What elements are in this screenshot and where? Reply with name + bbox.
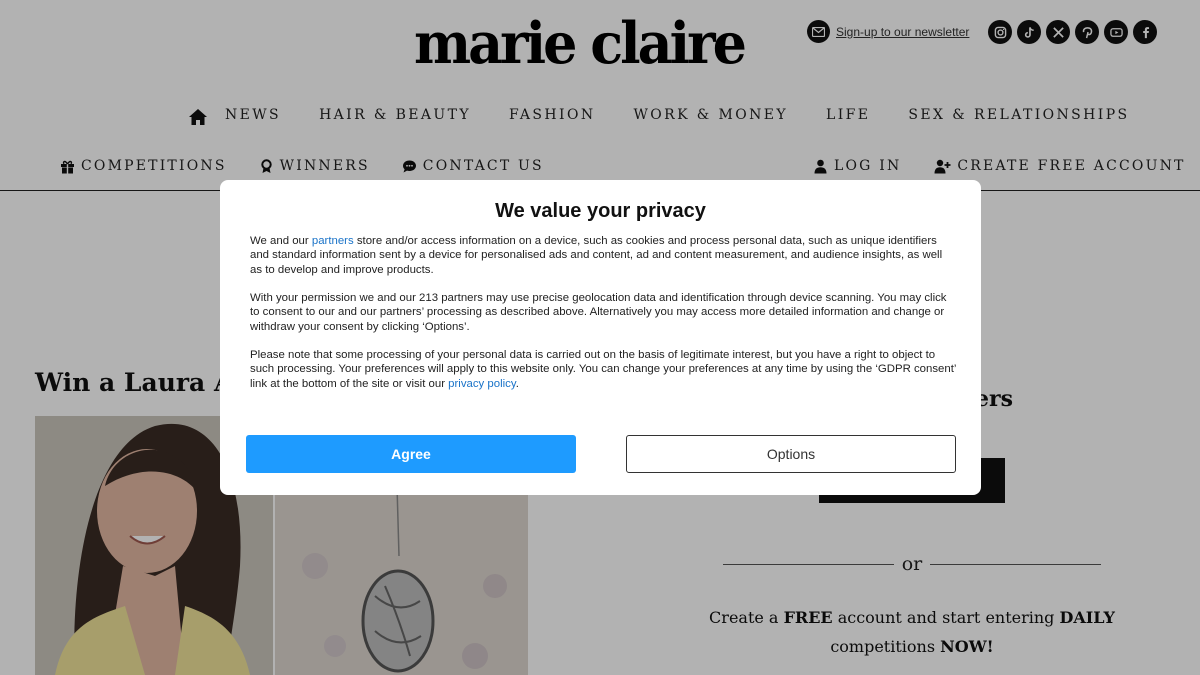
consent-paragraph-1: We and our partners store and/or access …	[250, 234, 956, 277]
paragraph-text: .	[515, 377, 519, 390]
options-button[interactable]: Options	[626, 435, 956, 473]
privacy-policy-link[interactable]: privacy policy	[448, 378, 516, 390]
paragraph-text: We and our	[250, 235, 309, 247]
dialog-title: We value your privacy	[495, 200, 706, 222]
partners-link[interactable]: partners	[312, 235, 354, 247]
paragraph-text: store and/or access information on a dev…	[250, 235, 943, 276]
agree-button[interactable]: Agree	[246, 435, 576, 473]
privacy-consent-dialog: We value your privacy We and our partner…	[220, 180, 981, 495]
consent-paragraph-3: Please note that some processing of your…	[250, 348, 956, 391]
consent-paragraph-2: With your permission we and our 213 part…	[250, 292, 947, 333]
paragraph-text: Please note that some processing of your…	[250, 349, 956, 390]
